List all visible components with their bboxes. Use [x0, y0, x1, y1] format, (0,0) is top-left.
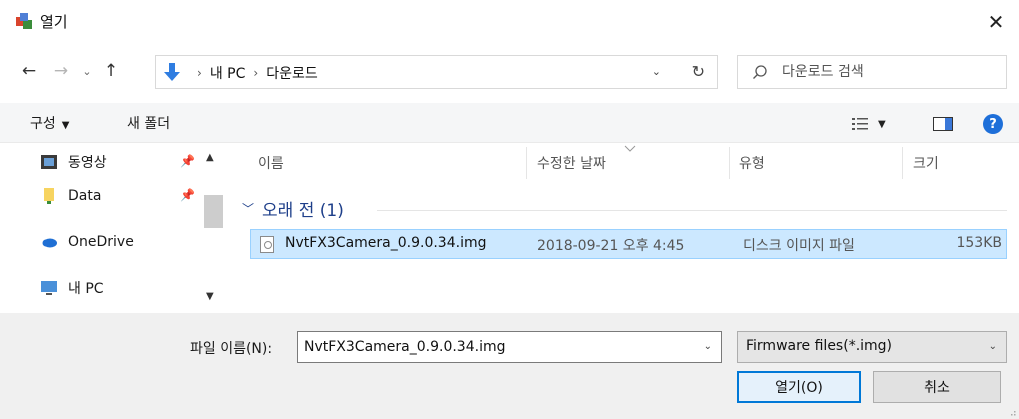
navigation-pane: ▲ ▼ 동영상 📌 Data 📌 OneDrive 내 PC	[0, 143, 230, 313]
pin-icon[interactable]: 📌	[180, 188, 195, 202]
back-button[interactable]: ←	[18, 60, 40, 82]
column-header-type[interactable]: 유형	[739, 153, 765, 173]
arrow-right-icon: →	[53, 61, 69, 81]
folder-icon	[44, 188, 54, 204]
sidebar-item-label: 동영상	[68, 155, 107, 171]
recent-locations-button[interactable]: ⌄	[76, 60, 98, 82]
breadcrumb-item-this-pc[interactable]: 내 PC	[210, 63, 246, 83]
file-type: 디스크 이미지 파일	[743, 238, 855, 254]
filename-input[interactable]	[304, 332, 684, 362]
sidebar-item-onedrive[interactable]: OneDrive	[40, 229, 134, 255]
resize-grip-icon[interactable]	[1008, 408, 1016, 416]
download-icon	[164, 63, 180, 81]
file-date: 2018-09-21 오후 4:45	[537, 238, 685, 254]
search-input[interactable]	[782, 56, 992, 88]
navigation-bar: ← → ⌄ ↑ › 내 PC › 다운로드 ⌄ ↻	[0, 46, 1019, 96]
table-row[interactable]: NvtFX3Camera_0.9.0.34.img 2018-09-21 오후 …	[250, 229, 1007, 259]
chevron-down-icon[interactable]: ⌄	[704, 341, 712, 352]
cloud-icon	[42, 238, 57, 248]
forward-button[interactable]: →	[50, 60, 72, 82]
pin-icon[interactable]: 📌	[180, 154, 195, 168]
chevron-right-icon: ›	[253, 66, 259, 80]
sidebar-item-label: 내 PC	[68, 281, 104, 297]
caret-down-icon: ▼	[61, 120, 70, 131]
breadcrumb-item-downloads[interactable]: 다운로드	[266, 63, 318, 83]
column-divider[interactable]	[902, 147, 903, 179]
sidebar-item-label: OneDrive	[68, 234, 134, 250]
scroll-up-icon[interactable]: ▲	[206, 152, 214, 163]
chevron-down-icon: ⌄	[82, 64, 92, 78]
close-icon: ✕	[987, 10, 1005, 34]
sidebar-item-videos[interactable]: 동영상	[40, 149, 107, 175]
open-button[interactable]: 열기(O)	[737, 371, 861, 403]
cancel-button[interactable]: 취소	[873, 371, 1001, 403]
file-name: NvtFX3Camera_0.9.0.34.img	[285, 235, 487, 251]
chevron-down-icon: ⌄	[988, 341, 997, 352]
organize-label: 구성	[30, 116, 56, 132]
sidebar-item-data[interactable]: Data	[40, 183, 101, 209]
filename-label: 파일 이름(N):	[190, 341, 273, 357]
scroll-down-icon[interactable]: ▼	[206, 291, 214, 302]
help-icon[interactable]: ?	[983, 114, 1003, 134]
column-header-date[interactable]: 수정한 날짜	[537, 153, 606, 173]
search-box[interactable]	[737, 55, 1007, 89]
details-view-icon	[852, 118, 868, 130]
file-size: 153KB	[956, 235, 1002, 251]
group-divider	[377, 210, 1007, 211]
arrow-up-icon: ↑	[103, 61, 119, 81]
sidebar-item-label: Data	[68, 188, 102, 204]
breadcrumb: › 내 PC › 다운로드	[189, 63, 318, 83]
change-view-button[interactable]: ▼	[852, 115, 902, 133]
up-button[interactable]: ↑	[100, 60, 122, 82]
computer-icon	[41, 281, 57, 295]
column-header-name[interactable]: 이름	[258, 153, 284, 173]
window-title: 열기	[40, 13, 68, 31]
caret-down-icon: ▼	[878, 118, 886, 130]
video-icon	[41, 155, 57, 169]
arrow-left-icon: ←	[21, 61, 37, 81]
file-list: 이름 수정한 날짜 유형 크기 ﹀ 오래 전 (1) NvtFX3Camera_…	[230, 143, 1019, 313]
file-type-filter-value: Firmware files(*.img)	[746, 338, 893, 354]
column-divider[interactable]	[729, 147, 730, 179]
column-header-size[interactable]: 크기	[913, 153, 939, 173]
column-divider[interactable]	[526, 147, 527, 179]
group-label: 오래 전 (1)	[262, 201, 344, 221]
organize-button[interactable]: 구성 ▼	[30, 113, 69, 133]
sidebar-item-this-pc[interactable]: 내 PC	[40, 275, 104, 301]
chevron-down-icon: ﹀	[242, 202, 255, 216]
file-type-filter-select[interactable]: Firmware files(*.img) ⌄	[737, 331, 1007, 363]
disc-image-file-icon	[260, 236, 274, 253]
new-folder-button[interactable]: 새 폴더	[127, 113, 170, 133]
title-bar: 열기 ✕	[0, 0, 1019, 42]
dialog-footer: 파일 이름(N): ⌄ Firmware files(*.img) ⌄ 열기(O…	[0, 313, 1019, 419]
group-header[interactable]: ﹀ 오래 전 (1)	[242, 196, 344, 221]
chevron-right-icon: ›	[197, 66, 202, 80]
address-dropdown-icon[interactable]: ⌄	[652, 65, 661, 78]
search-icon	[753, 65, 767, 79]
scrollbar-thumb[interactable]	[204, 195, 223, 228]
command-bar: 구성 ▼ 새 폴더 ▼ ?	[0, 103, 1019, 143]
close-button[interactable]: ✕	[973, 2, 1019, 42]
preview-pane-icon[interactable]	[933, 117, 953, 131]
app-icon	[16, 13, 32, 29]
address-bar[interactable]: › 내 PC › 다운로드 ⌄ ↻	[155, 55, 718, 89]
filename-combobox[interactable]: ⌄	[297, 331, 722, 363]
sort-caret-icon	[624, 145, 636, 152]
refresh-icon[interactable]: ↻	[692, 62, 705, 81]
